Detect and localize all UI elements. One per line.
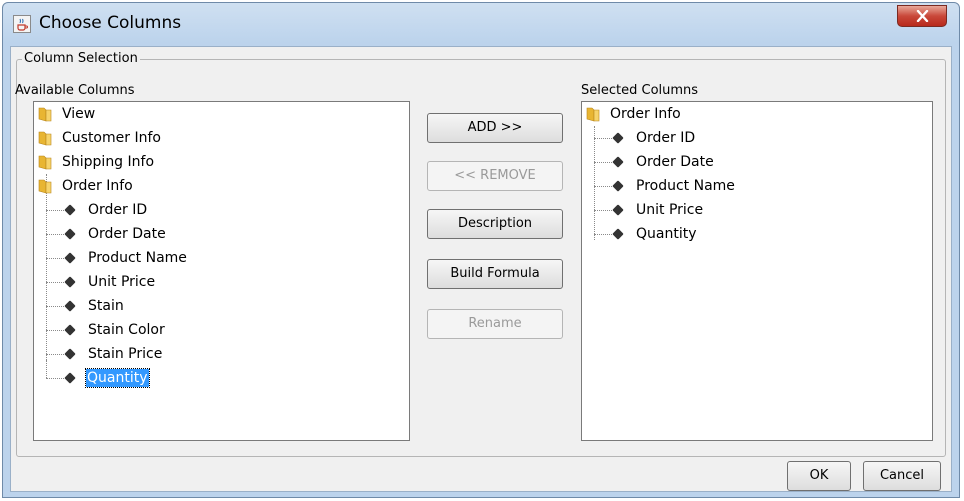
column-icon [612, 180, 624, 192]
java-cup-icon [13, 15, 31, 33]
folder-icon [38, 107, 52, 122]
build-formula-button[interactable]: Build Formula [427, 259, 563, 289]
cancel-button[interactable]: Cancel [863, 461, 941, 491]
title-bar[interactable]: Choose Columns [3, 3, 959, 47]
tree-label: Customer Info [62, 130, 161, 146]
tree-label: Stain Color [88, 322, 165, 338]
tree-label: Unit Price [636, 202, 704, 218]
selected-columns-label: Selected Columns [581, 83, 699, 98]
close-icon [916, 10, 929, 22]
tree-label: Quantity [85, 368, 150, 388]
column-icon [64, 324, 76, 336]
folder-icon [38, 131, 52, 146]
column-icon [64, 204, 76, 216]
tree-label: Unit Price [88, 274, 156, 290]
folder-open-icon [38, 179, 52, 194]
tree-label: Shipping Info [62, 154, 155, 170]
rename-button[interactable]: Rename [427, 309, 563, 339]
available-columns-label: Available Columns [15, 83, 135, 98]
column-icon [64, 372, 76, 384]
folder-icon [38, 155, 52, 170]
selected-columns-tree[interactable]: Order Info Order ID Order Date Product N… [581, 101, 933, 441]
column-icon [64, 300, 76, 312]
column-icon [64, 276, 76, 288]
group-legend: Column Selection [22, 51, 140, 66]
choose-columns-dialog: Choose Columns Column Selection Availabl… [2, 2, 960, 498]
tree-label: Product Name [88, 250, 187, 266]
column-icon [612, 156, 624, 168]
remove-button[interactable]: << REMOVE [427, 161, 563, 191]
ok-button[interactable]: OK [787, 461, 851, 491]
available-columns-tree[interactable]: View Customer Info Shipping Info Order I… [33, 101, 410, 441]
window-title: Choose Columns [39, 13, 182, 33]
dialog-body: Column Selection Available Columns Selec… [10, 46, 952, 492]
tree-label: Order ID [636, 130, 696, 146]
description-button[interactable]: Description [427, 209, 563, 239]
column-icon [612, 132, 624, 144]
tree-label: Order Info [62, 178, 133, 194]
column-icon [64, 252, 76, 264]
column-icon [612, 204, 624, 216]
tree-label: Stain [88, 298, 124, 314]
tree-label: Order Info [610, 106, 681, 122]
column-icon [64, 348, 76, 360]
folder-open-icon [586, 107, 600, 122]
tree-label: View [62, 106, 96, 122]
column-icon [64, 228, 76, 240]
tree-label: Quantity [636, 226, 697, 242]
close-button[interactable] [897, 5, 947, 27]
add-button[interactable]: ADD >> [427, 113, 563, 143]
tree-label: Order Date [636, 154, 714, 170]
tree-label: Stain Price [88, 346, 163, 362]
tree-label: Order ID [88, 202, 148, 218]
column-icon [612, 228, 624, 240]
tree-label: Order Date [88, 226, 166, 242]
tree-label: Product Name [636, 178, 735, 194]
